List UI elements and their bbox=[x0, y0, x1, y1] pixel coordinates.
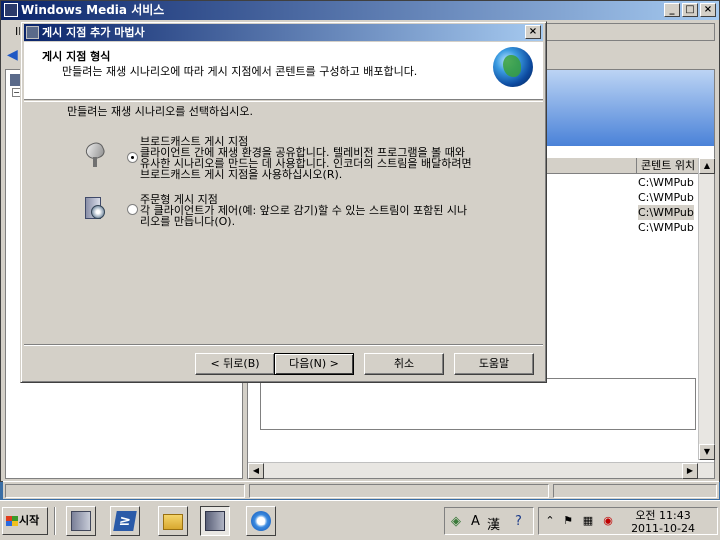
wizard-header: 게시 지점 형식 만들려는 재생 시나리오에 따라 게시 지점에서 콘텐트를 구… bbox=[24, 42, 543, 100]
wizard-instruction: 만들려는 재생 시나리오를 선택하십시오. bbox=[67, 105, 254, 118]
maximize-button[interactable]: □ bbox=[682, 3, 698, 17]
status-segment bbox=[249, 484, 549, 498]
footer-divider bbox=[24, 344, 543, 346]
globe-icon bbox=[493, 47, 533, 87]
media-services-taskbar-button[interactable] bbox=[200, 506, 230, 536]
volume-muted-icon[interactable]: ◉ bbox=[601, 514, 615, 528]
status-segment bbox=[5, 484, 245, 498]
broadcast-option-desc-line: 브로드캐스트 게시 지점을 사용하십시오(R). bbox=[140, 168, 343, 181]
taskbar: 시작 ≥ e ◈ A 漢 ? ⌃ ⚑ ▦ ◉ 오전 11:43 2011-10-… bbox=[0, 500, 720, 540]
explorer-taskbar-button[interactable] bbox=[158, 506, 188, 536]
minimize-button[interactable]: _ bbox=[664, 3, 680, 17]
scroll-down-icon[interactable]: ▼ bbox=[699, 444, 715, 460]
column-header-content-location[interactable]: 콘텐트 위치 bbox=[636, 158, 695, 174]
back-button[interactable]: < 뒤로(B) bbox=[195, 353, 275, 375]
wizard-icon bbox=[26, 26, 39, 39]
satellite-dish-icon bbox=[83, 139, 107, 169]
media-services-icon bbox=[4, 3, 18, 17]
next-button[interactable]: 다음(N) > bbox=[274, 353, 354, 375]
status-segment bbox=[553, 484, 717, 498]
scroll-up-icon[interactable]: ▲ bbox=[699, 158, 715, 174]
start-label: 시작 bbox=[19, 514, 40, 527]
network-icon[interactable]: ▦ bbox=[581, 514, 595, 528]
ime-icon[interactable]: ◈ bbox=[451, 514, 461, 529]
horizontal-scrollbar[interactable]: ◀ ▶ bbox=[248, 462, 714, 479]
wizard-title-bar[interactable]: 게시 지점 추가 마법사 × bbox=[24, 24, 543, 41]
media-services-taskbar-icon bbox=[205, 511, 225, 531]
folder-icon bbox=[163, 514, 183, 530]
on-demand-server-icon bbox=[81, 195, 107, 221]
internet-explorer-taskbar-button[interactable]: e bbox=[246, 506, 276, 536]
vertical-scrollbar[interactable]: ▲ ▼ bbox=[698, 158, 715, 460]
details-inner-box bbox=[260, 378, 696, 430]
close-button[interactable]: × bbox=[700, 3, 716, 17]
show-hidden-icons-icon[interactable]: ⌃ bbox=[543, 514, 557, 528]
wizard-header-description: 만들려는 재생 시나리오에 따라 게시 지점에서 콘텐트를 구성하고 배포합니다… bbox=[62, 65, 418, 78]
clock-time: 오전 11:43 bbox=[635, 509, 691, 522]
broadcast-option-label[interactable]: 브로드캐스트 게시 지점 클라이언트 간에 재생 환경을 공유합니다. 텔레비전… bbox=[140, 136, 472, 180]
list-item[interactable]: C:\WMPub bbox=[638, 220, 694, 235]
internet-explorer-icon: e bbox=[251, 511, 271, 531]
wizard-close-button[interactable]: × bbox=[525, 25, 541, 39]
powershell-taskbar-button[interactable]: ≥ bbox=[110, 506, 140, 536]
scroll-left-icon[interactable]: ◀ bbox=[248, 463, 264, 479]
system-tray: ⌃ ⚑ ▦ ◉ 오전 11:43 2011-10-24 bbox=[538, 507, 718, 535]
language-bar[interactable]: ◈ A 漢 ? bbox=[444, 507, 534, 535]
scroll-right-icon[interactable]: ▶ bbox=[682, 463, 698, 479]
server-manager-taskbar-button[interactable] bbox=[66, 506, 96, 536]
on-demand-radio[interactable] bbox=[127, 204, 138, 215]
on-demand-option-desc-line: 리오를 만듭니다(O). bbox=[140, 215, 236, 228]
help-icon[interactable]: ? bbox=[515, 514, 522, 529]
list-item[interactable]: C:\WMPub bbox=[638, 175, 694, 190]
add-publishing-point-wizard: 게시 지점 추가 마법사 × 게시 지점 형식 만들려는 재생 시나리오에 따라… bbox=[20, 21, 547, 383]
list-item[interactable]: C:\WMPub bbox=[638, 205, 694, 220]
taskbar-divider bbox=[54, 507, 56, 535]
lang-mode-a[interactable]: A bbox=[471, 514, 480, 529]
main-title-bar[interactable]: Windows Media 서비스 _ □ × bbox=[1, 1, 719, 20]
clock[interactable]: 오전 11:43 2011-10-24 bbox=[631, 509, 695, 535]
on-demand-option-label[interactable]: 주문형 게시 지점 각 클라이언트가 제어(예: 앞으로 감기)할 수 있는 스… bbox=[140, 194, 467, 227]
lang-mode-hanja[interactable]: 漢 bbox=[487, 514, 500, 533]
list-item[interactable]: C:\WMPub bbox=[638, 190, 694, 205]
powershell-icon: ≥ bbox=[113, 511, 137, 531]
main-window-title: Windows Media 서비스 bbox=[21, 3, 165, 17]
wizard-title: 게시 지점 추가 마법사 bbox=[42, 26, 145, 39]
windows-logo-icon bbox=[6, 516, 18, 526]
cancel-button[interactable]: 취소 bbox=[364, 353, 444, 375]
wizard-header-title: 게시 지점 형식 bbox=[42, 50, 111, 63]
header-divider bbox=[24, 101, 543, 102]
clock-date: 2011-10-24 bbox=[631, 522, 695, 535]
menu-right-box bbox=[543, 23, 715, 41]
status-bar bbox=[3, 481, 719, 499]
server-manager-icon bbox=[71, 511, 91, 531]
broadcast-radio[interactable] bbox=[127, 152, 138, 163]
start-button[interactable]: 시작 bbox=[2, 507, 48, 535]
help-button[interactable]: 도움말 bbox=[454, 353, 534, 375]
action-center-flag-icon[interactable]: ⚑ bbox=[561, 514, 575, 528]
